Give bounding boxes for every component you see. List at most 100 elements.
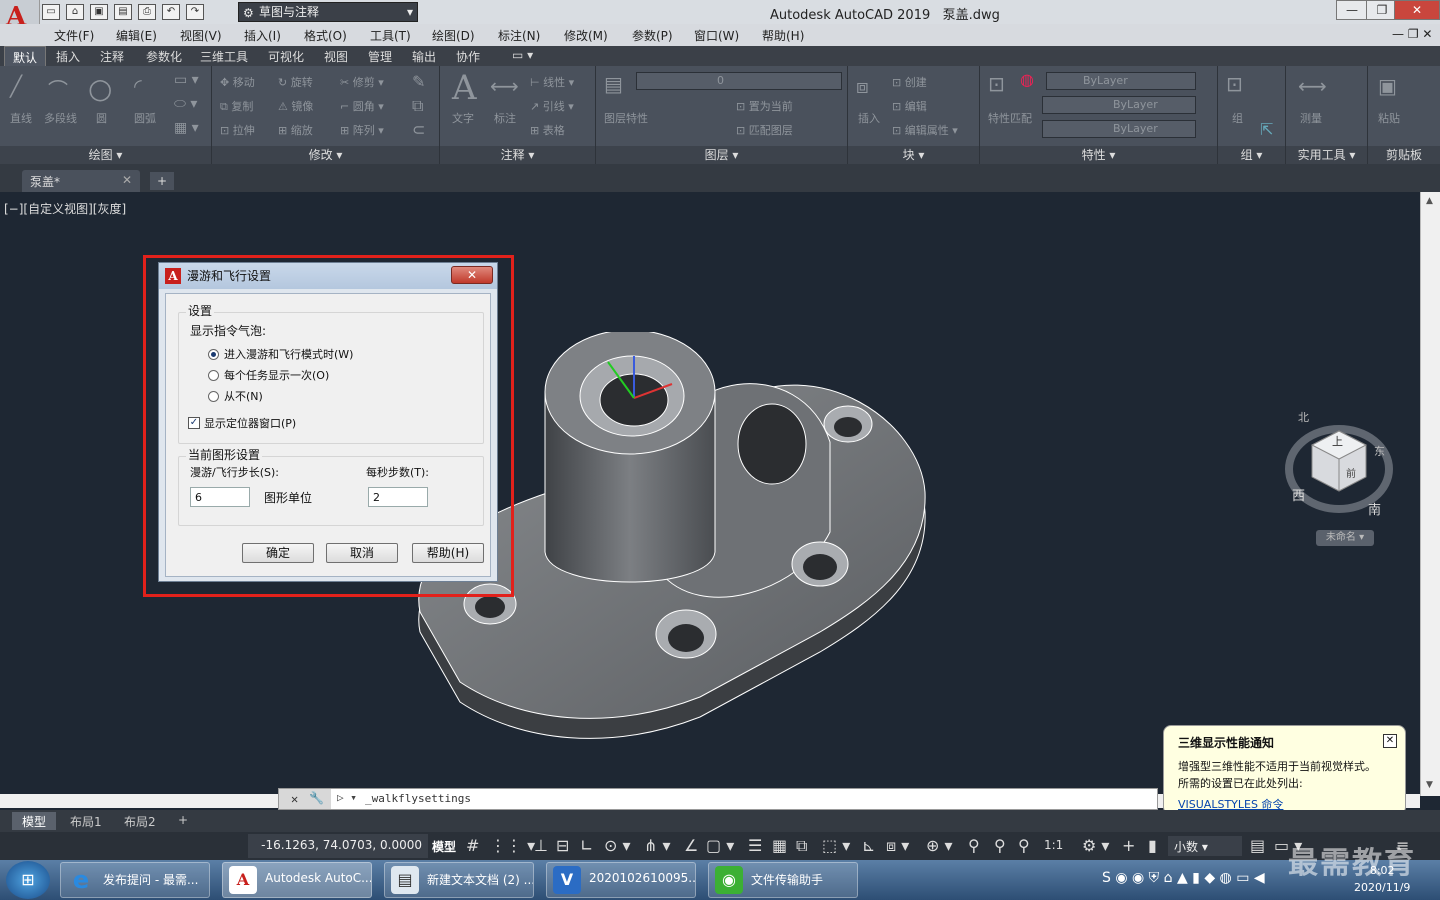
polyline-label[interactable]: 多段线 <box>44 110 77 126</box>
lineweight-icon[interactable]: ☰ <box>748 836 762 855</box>
viewcube-front[interactable]: 前 <box>1346 465 1356 480</box>
viewcube-top[interactable]: 上 <box>1332 433 1343 449</box>
panel-properties-title[interactable]: 特性 ▾ <box>980 146 1217 164</box>
layer-properties-label[interactable]: 图层特性 <box>604 110 648 126</box>
new-file-icon[interactable]: ▭ <box>42 4 60 20</box>
move-tool[interactable]: ✥ 移动 <box>220 74 255 90</box>
insert-block-icon[interactable]: ⧈ <box>856 74 869 98</box>
dynamic-input-icon[interactable]: ⊟ <box>556 836 569 855</box>
text-label[interactable]: 文字 <box>452 110 474 126</box>
minimize-button[interactable]: — <box>1336 0 1368 20</box>
paste-label[interactable]: 粘贴 <box>1378 110 1400 126</box>
menu-draw[interactable]: 绘图(D) <box>432 27 475 44</box>
dynamic-ucs-icon[interactable]: ⊾ <box>862 836 875 855</box>
cancel-button[interactable]: 取消 <box>326 543 398 563</box>
ok-button[interactable]: 确定 <box>242 543 314 563</box>
trim-tool[interactable]: ✂ 修剪 ▾ <box>340 74 384 90</box>
ellipse-icon[interactable]: ⬭ ▾ <box>174 96 197 112</box>
rotate-tool[interactable]: ↻ 旋转 <box>278 74 313 90</box>
workspace-selector[interactable]: ⚙ 草图与注释 ▾ <box>238 2 418 22</box>
dimension-label[interactable]: 标注 <box>494 110 516 126</box>
menu-view[interactable]: 视图(V) <box>180 27 222 44</box>
lineweight-dropdown[interactable]: ByLayer <box>1042 120 1196 138</box>
viewcube-south[interactable]: 南 <box>1368 499 1381 518</box>
units-icon[interactable]: ▮ <box>1148 836 1157 855</box>
add-layout-button[interactable]: + <box>168 812 198 830</box>
file-tab[interactable]: 泵盖* ✕ <box>22 170 140 192</box>
command-line-handle[interactable]: ✕ 🔧 <box>279 789 331 809</box>
edit-block-tool[interactable]: ⊡ 编辑 <box>892 98 927 114</box>
polyline-icon[interactable]: ⌒ <box>48 74 68 103</box>
dialog-title-bar[interactable]: 漫游和飞行设置 <box>159 263 497 289</box>
selection-filter-icon[interactable]: ⧈ ▾ <box>886 836 909 856</box>
arc-label[interactable]: 圆弧 <box>134 110 156 126</box>
panel-modify-title[interactable]: 修改 ▾ <box>212 146 439 164</box>
layout-tab-2[interactable]: 布局2 <box>114 812 166 830</box>
auto-scale-icon[interactable]: ⚲ <box>994 836 1006 855</box>
selection-cycling-icon[interactable]: ⧉ <box>796 836 807 856</box>
menu-file[interactable]: 文件(F) <box>54 27 94 44</box>
layer-properties-icon[interactable]: ▤ <box>604 72 623 96</box>
tab-3d-tools[interactable]: 三维工具 <box>200 48 248 65</box>
redo-icon[interactable]: ↷ <box>186 4 204 20</box>
option-once-per-session-label[interactable]: 每个任务显示一次(O) <box>224 367 329 383</box>
steps-per-second-input[interactable]: 2 <box>368 487 428 507</box>
circle-icon[interactable]: ○ <box>88 72 112 105</box>
tab-insert[interactable]: 插入 <box>56 48 80 65</box>
paste-icon[interactable]: ▣ <box>1378 74 1397 98</box>
measure-icon[interactable]: ⟷ <box>1298 74 1327 98</box>
layout-tab-1[interactable]: 布局1 <box>60 812 112 830</box>
save-icon[interactable]: ▣ <box>90 4 108 20</box>
option-enter-mode-label[interactable]: 进入漫游和飞行模式时(W) <box>224 346 353 362</box>
copy-tool[interactable]: ⧉ 复制 <box>220 98 253 114</box>
dialog-close-button[interactable]: ✕ <box>451 266 493 284</box>
tab-collaborate[interactable]: 协作 <box>456 48 480 65</box>
command-line[interactable]: ✕ 🔧 ▷ ▾ _walkflysettings <box>278 788 1158 810</box>
notification-close-button[interactable]: ✕ <box>1383 734 1397 748</box>
measure-label[interactable]: 测量 <box>1300 110 1322 126</box>
panel-clipboard-title[interactable]: 剪贴板 <box>1368 146 1440 164</box>
group-label[interactable]: 组 <box>1232 110 1243 126</box>
leader-tool[interactable]: ↗ 引线 ▾ <box>530 98 574 114</box>
menu-format[interactable]: 格式(O) <box>304 27 347 44</box>
doc-window-controls[interactable]: — ❐ ✕ <box>1392 27 1432 41</box>
menu-edit[interactable]: 编辑(E) <box>116 27 157 44</box>
object-snap-tracking-icon[interactable]: ∠ <box>684 836 698 855</box>
tab-manage[interactable]: 管理 <box>368 48 392 65</box>
table-tool[interactable]: ⊞ 表格 <box>530 122 565 138</box>
offset-icon[interactable]: ⊂ <box>412 120 425 139</box>
3d-object-snap-icon[interactable]: ⬚ ▾ <box>822 836 850 855</box>
show-locator-checkbox[interactable]: ✓ <box>188 417 200 429</box>
layout-tab-model[interactable]: 模型 <box>12 812 57 830</box>
edit-attributes-tool[interactable]: ⊡ 编辑属性 ▾ <box>892 122 958 138</box>
taskbar-ie[interactable]: e 发布提问 - 最需... <box>60 862 210 898</box>
isodraft-icon[interactable]: ⋔ ▾ <box>644 836 671 855</box>
print-icon[interactable]: ⎙ <box>138 4 156 20</box>
quick-properties-icon[interactable]: ▤ <box>1250 836 1265 855</box>
panel-annotate-title[interactable]: 注释 ▾ <box>440 146 595 164</box>
tab-default[interactable]: 默认 <box>4 46 47 68</box>
mirror-tool[interactable]: ⚠ 镜像 <box>278 98 313 114</box>
line-icon[interactable]: ╱ <box>10 74 22 98</box>
transparency-icon[interactable]: ▦ <box>772 836 787 855</box>
close-tab-icon[interactable]: ✕ <box>122 173 132 187</box>
insert-label[interactable]: 插入 <box>858 110 880 126</box>
annotation-scale-value[interactable]: 1:1 <box>1044 838 1063 852</box>
viewcube[interactable]: 上 北 东 西 南 前 未命名 ▾ <box>1284 411 1394 547</box>
radio-never[interactable] <box>208 391 219 402</box>
close-command-icon[interactable]: ✕ <box>291 792 298 806</box>
command-text[interactable]: _walkflysettings <box>365 792 471 805</box>
ribbon-options-icon[interactable]: ▭ ▾ <box>512 48 533 62</box>
model-space-toggle[interactable]: 模型 <box>432 838 456 855</box>
workspace-gear-icon[interactable]: ⚙ ▾ <box>1082 836 1109 855</box>
gizmo-icon[interactable]: ⊕ ▾ <box>926 836 953 855</box>
fillet-tool[interactable]: ⌐ 圆角 ▾ <box>340 98 384 114</box>
show-locator-label[interactable]: 显示定位器窗口(P) <box>204 415 296 431</box>
layer-dropdown[interactable]: 0 <box>636 72 842 90</box>
save-as-icon[interactable]: ▤ <box>114 4 132 20</box>
panel-layers-title[interactable]: 图层 ▾ <box>596 146 847 164</box>
hatch-icon[interactable]: ▦ ▾ <box>174 120 199 136</box>
customize-wrench-icon[interactable]: 🔧 <box>309 791 324 805</box>
explode-icon[interactable]: ⧉ <box>412 96 423 116</box>
taskbar-notepad[interactable]: ▤ 新建文本文档 (2) ... <box>384 862 534 898</box>
